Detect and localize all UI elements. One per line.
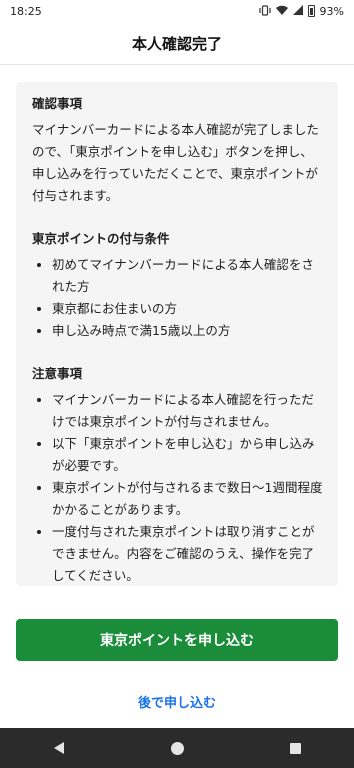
condition-item: 東京都にお住まいの方 — [32, 298, 323, 320]
wifi-icon — [275, 5, 288, 17]
vibrate-icon — [258, 4, 271, 18]
condition-item: 申し込み時点で満15歳以上の方 — [32, 320, 323, 342]
status-icons: 93% — [258, 4, 344, 18]
battery-level: 93% — [319, 4, 344, 18]
status-time: 18:25 — [10, 4, 42, 18]
recents-icon — [289, 742, 301, 754]
confirmation-body: マイナンバーカードによる本人確認が完了しましたので、「東京ポイントを申し込む」ボ… — [32, 122, 319, 203]
battery-icon — [307, 5, 315, 17]
page-title: 本人確認完了 — [131, 34, 222, 53]
notes-list: マイナンバーカードによる本人確認を行っただけでは東京ポイントが付与されません。 … — [32, 389, 323, 587]
condition-item: 初めてマイナンバーカードによる本人確認をされた方 — [32, 254, 323, 298]
home-icon — [170, 741, 184, 755]
home-button[interactable] — [157, 728, 197, 768]
conditions-title: 東京ポイントの付与条件 — [32, 231, 170, 246]
back-button[interactable] — [39, 728, 79, 768]
back-icon — [54, 742, 64, 754]
note-item: マイナンバーカードによる本人確認を行っただけでは東京ポイントが付与されません。 — [32, 389, 323, 433]
confirmation-title: 確認事項 — [32, 96, 83, 111]
notes-title: 注意事項 — [32, 366, 83, 381]
signal-icon — [292, 5, 303, 17]
note-item: 一度付与された東京ポイントは取り消すことができません。内容をご確認のうえ、操作を… — [32, 521, 323, 587]
note-item: 東京ポイントが付与されるまで数日〜1週間程度かかることがあります。 — [32, 477, 323, 521]
page-header: 本人確認完了 — [0, 22, 354, 65]
recents-button[interactable] — [275, 728, 315, 768]
conditions-list: 初めてマイナンバーカードによる本人確認をされた方 東京都にお住まいの方 申し込み… — [32, 254, 323, 342]
apply-tokyo-points-button[interactable]: 東京ポイントを申し込む — [16, 619, 338, 661]
status-bar: 18:25 93% — [0, 0, 354, 22]
system-nav-bar — [0, 728, 354, 768]
apply-later-link[interactable]: 後で申し込む — [0, 690, 354, 712]
note-item: 以下「東京ポイントを申し込む」から申し込みが必要です。 — [32, 433, 323, 477]
info-card: 確認事項 マイナンバーカードによる本人確認が完了しましたので、「東京ポイントを申… — [16, 82, 338, 586]
